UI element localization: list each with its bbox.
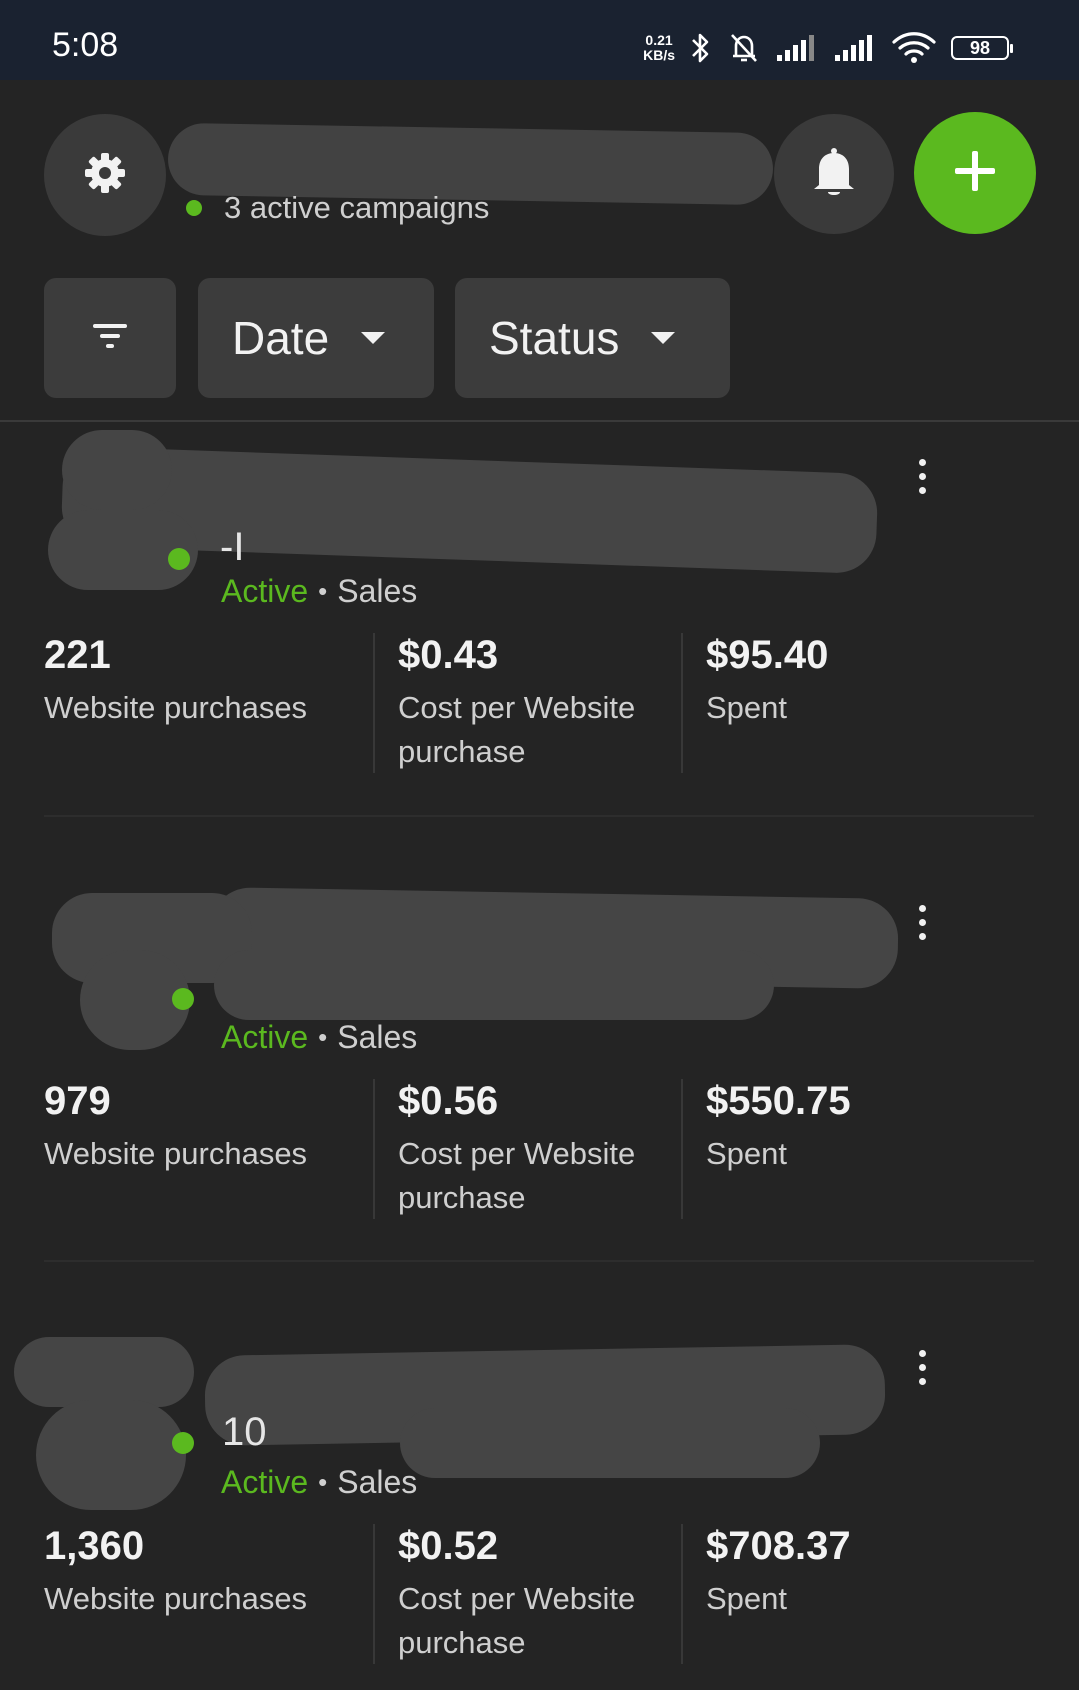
redacted-campaign-name — [400, 1408, 820, 1478]
active-campaigns-label: 3 active campaigns — [224, 190, 490, 225]
more-options-button[interactable] — [904, 446, 940, 506]
battery-level: 98 — [969, 37, 991, 58]
metric-label: Website purchases — [44, 1581, 308, 1616]
more-dot-icon — [918, 486, 926, 494]
campaign-metrics: 1,360 Website purchases $0.52 Cost per W… — [0, 1524, 990, 1664]
campaign-status: Active — [221, 573, 309, 609]
metric-value: $0.43 — [398, 633, 499, 677]
campaign-name-fragment: -I — [220, 525, 245, 569]
redacted-campaign-name — [214, 950, 774, 1020]
campaign-objective: Sales — [337, 573, 418, 609]
card-separator — [44, 815, 1034, 817]
active-campaigns-status: 3 active campaigns — [186, 190, 489, 226]
campaign-metrics: 221 Website purchases $0.43 Cost per Web… — [0, 633, 990, 773]
settings-button[interactable] — [44, 114, 166, 236]
metric-value: $0.52 — [398, 1524, 499, 1568]
metric-cost-per-purchase: $0.56 Cost per Website purchase — [374, 1079, 678, 1219]
bell-icon — [809, 145, 859, 204]
redacted-campaign-name — [62, 430, 172, 510]
gear-icon — [83, 151, 127, 200]
metric-value: 979 — [44, 1079, 111, 1123]
metric-value: $708.37 — [706, 1524, 851, 1568]
more-dot-icon — [918, 1377, 926, 1385]
metric-label: Cost per Website purchase — [398, 1581, 636, 1660]
metric-value: 1,360 — [44, 1524, 145, 1568]
status-filter-dropdown[interactable]: Status — [455, 278, 730, 398]
date-filter-label: Date — [232, 312, 330, 364]
network-speed: 0.21 KB/s — [643, 33, 675, 63]
campaign-status-line: Active • Sales — [221, 1019, 417, 1056]
metric-spent: $550.75 Spent — [682, 1079, 986, 1219]
metric-label: Spent — [706, 1136, 788, 1171]
metric-purchases: 979 Website purchases — [44, 1079, 324, 1219]
more-options-button[interactable] — [904, 892, 940, 952]
metric-value: 221 — [44, 633, 111, 677]
metric-value: $0.56 — [398, 1079, 499, 1123]
status-bar: 5:08 0.21 KB/s 98 — [0, 0, 1079, 80]
status-filter-label: Status — [489, 312, 620, 364]
redacted-campaign-name — [14, 1337, 194, 1407]
header-divider — [0, 420, 1079, 422]
metric-purchases: 1,360 Website purchases — [44, 1524, 324, 1664]
status-separator: • — [318, 1467, 328, 1497]
metric-label: Spent — [706, 1581, 788, 1616]
redacted-campaign-name — [36, 1400, 186, 1510]
signal-icon — [833, 33, 877, 63]
network-speed-value: 0.21 — [645, 32, 673, 48]
filter-button[interactable] — [44, 278, 176, 398]
card-separator — [44, 1260, 1034, 1262]
metric-spent: $95.40 Spent — [682, 633, 986, 773]
campaign-objective: Sales — [337, 1019, 418, 1055]
metric-label: Spent — [706, 690, 788, 725]
metric-cost-per-purchase: $0.43 Cost per Website purchase — [374, 633, 678, 773]
campaign-name-fragment: 10 — [222, 1410, 267, 1454]
metric-value: $550.75 — [706, 1079, 851, 1123]
campaign-status: Active — [221, 1464, 309, 1500]
status-time: 5:08 — [52, 26, 119, 64]
create-campaign-button[interactable] — [914, 112, 1036, 234]
metric-label: Website purchases — [44, 690, 308, 725]
status-dot-icon — [172, 988, 194, 1010]
status-icons: 0.21 KB/s 98 — [643, 28, 1013, 68]
more-dot-icon — [918, 1363, 926, 1371]
bluetooth-icon — [689, 30, 713, 66]
more-dot-icon — [918, 918, 926, 926]
plus-icon — [953, 149, 997, 198]
status-separator: • — [318, 576, 328, 606]
more-dot-icon — [918, 932, 926, 940]
more-dot-icon — [918, 1349, 926, 1357]
campaign-status: Active — [221, 1019, 309, 1055]
caret-down-icon — [651, 332, 676, 344]
metric-spent: $708.37 Spent — [682, 1524, 986, 1664]
caret-down-icon — [361, 332, 386, 344]
campaign-status-line: Active • Sales — [221, 1464, 417, 1501]
filter-icon — [93, 321, 127, 356]
metric-value: $95.40 — [706, 633, 829, 677]
more-dot-icon — [918, 458, 926, 466]
battery-icon: 98 — [951, 36, 1013, 60]
campaign-status-line: Active • Sales — [221, 573, 417, 610]
metric-label: Website purchases — [44, 1136, 308, 1171]
metric-label: Cost per Website purchase — [398, 690, 636, 769]
metric-cost-per-purchase: $0.52 Cost per Website purchase — [374, 1524, 678, 1664]
status-dot-icon — [172, 1432, 194, 1454]
muted-bell-icon — [727, 30, 761, 66]
active-dot-icon — [186, 200, 202, 216]
more-options-button[interactable] — [904, 1337, 940, 1397]
metric-label: Cost per Website purchase — [398, 1136, 636, 1215]
campaign-objective: Sales — [337, 1464, 418, 1500]
metric-purchases: 221 Website purchases — [44, 633, 324, 773]
signal-icon — [775, 33, 819, 63]
date-filter-dropdown[interactable]: Date — [198, 278, 434, 398]
status-dot-icon — [168, 548, 190, 570]
more-dot-icon — [918, 904, 926, 912]
status-separator: • — [318, 1022, 328, 1052]
network-speed-unit: KB/s — [643, 47, 675, 63]
notifications-button[interactable] — [774, 114, 894, 234]
wifi-icon — [891, 31, 937, 65]
more-dot-icon — [918, 472, 926, 480]
campaign-metrics: 979 Website purchases $0.56 Cost per Web… — [0, 1079, 990, 1219]
